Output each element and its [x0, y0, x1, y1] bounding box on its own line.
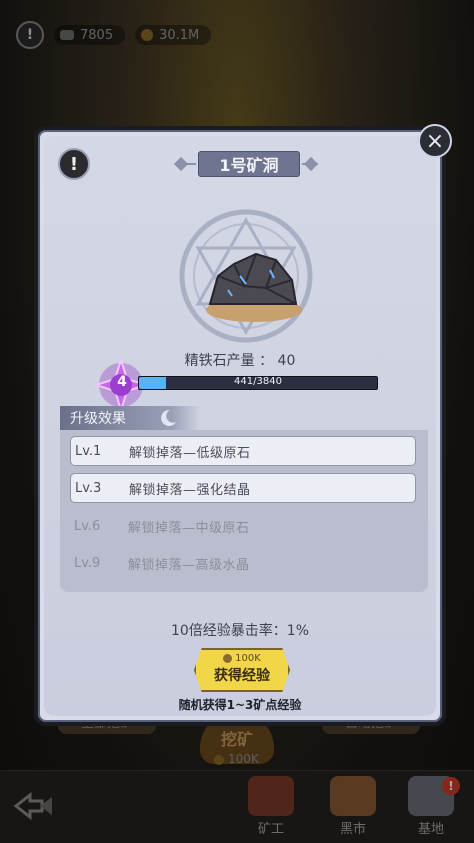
modal-title: 1号矿洞	[198, 151, 300, 177]
mine-detail-modal: ! 1号矿洞 精铁石产量 ： 40 4 441/3840 升级效果 Lv.1 解…	[34, 124, 452, 726]
effect-level: Lv.1	[75, 443, 102, 459]
iron-ore-rock-icon	[206, 252, 302, 322]
output-label: 精铁石产量	[184, 353, 255, 369]
effect-text: 解锁掉落—高级水晶	[128, 557, 250, 573]
effect-text: 解锁掉落—中级原石	[128, 520, 250, 536]
output-value: 40	[277, 353, 296, 369]
gain-exp-cost-value: 100K	[235, 653, 261, 664]
effect-level: Lv.9	[74, 555, 101, 571]
effect-level: Lv.3	[75, 480, 102, 496]
effect-text: 解锁掉落—强化结晶	[129, 482, 251, 498]
effect-row: Lv.1 解锁掉落—低级原石	[70, 436, 416, 466]
gain-exp-cost: 100K	[196, 653, 288, 664]
close-icon[interactable]: ×	[418, 124, 452, 158]
upgrade-effects-list: Lv.1 解锁掉落—低级原石 Lv.3 解锁掉落—强化结晶 Lv.6 解锁掉落—…	[60, 430, 428, 592]
mine-level: 4	[117, 374, 127, 390]
upgrade-effects-title: 升级效果	[60, 406, 200, 430]
effect-row: Lv.3 解锁掉落—强化结晶	[70, 473, 416, 503]
exp-progress-text: 441/3840	[234, 376, 282, 387]
modal-body: ! 1号矿洞 精铁石产量 ： 40 4 441/3840 升级效果 Lv.1 解…	[44, 136, 436, 716]
effect-text: 解锁掉落—低级原石	[129, 445, 251, 461]
gain-exp-button[interactable]: 100K 获得经验	[194, 648, 290, 692]
exp-progress-bar: 441/3840	[138, 376, 378, 390]
title-ornament-right-icon	[300, 155, 328, 173]
gain-exp-description: 随机获得1~3矿点经验	[178, 698, 302, 712]
gain-exp-label: 获得经验	[214, 668, 270, 684]
effect-row: Lv.6 解锁掉落—中级原石	[70, 511, 416, 541]
crit-rate-text: 10倍经验暴击率：1%	[170, 623, 310, 639]
info-icon[interactable]: !	[58, 148, 90, 180]
effect-row: Lv.9 解锁掉落—高级水晶	[70, 548, 416, 578]
modal-title-banner: 1号矿洞	[164, 151, 334, 177]
coin-icon	[223, 654, 233, 663]
moon-icon	[161, 409, 176, 426]
effect-level: Lv.6	[74, 518, 101, 534]
title-ornament-left-icon	[170, 155, 198, 173]
